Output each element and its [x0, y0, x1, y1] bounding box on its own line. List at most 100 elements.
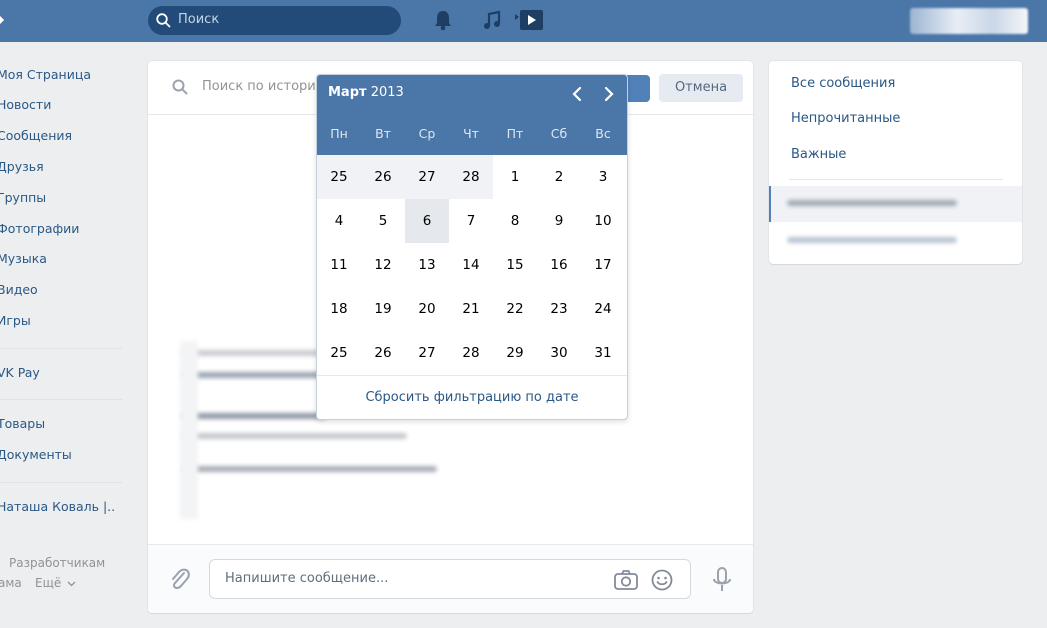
calendar-day[interactable]: 14 — [449, 243, 493, 287]
weekday-label: Вс — [595, 126, 611, 141]
calendar-day[interactable]: 15 — [493, 243, 537, 287]
calendar-day[interactable]: 2 — [537, 155, 581, 199]
footer-ads-link[interactable]: ама — [0, 576, 22, 590]
calendar-day[interactable]: 17 — [581, 243, 625, 287]
blurred-line — [182, 413, 327, 419]
calendar-day[interactable]: 11 — [317, 243, 361, 287]
reset-date-filter-link[interactable]: Сбросить фильтрацию по дате — [317, 375, 627, 419]
calendar-header: Март 2013 Пн Вт Ср Чт Пт Сб Вс — [317, 75, 627, 155]
calendar-day[interactable]: 19 — [361, 287, 405, 331]
calendar-year: 2013 — [370, 85, 404, 100]
calendar-day[interactable]: 12 — [361, 243, 405, 287]
calendar-month-title[interactable]: Март 2013 — [328, 85, 404, 100]
chevron-left-icon[interactable] — [569, 85, 585, 103]
calendar-day[interactable]: 29 — [493, 331, 537, 375]
calendar-day[interactable]: 8 — [493, 199, 537, 243]
weekday-label: Пт — [506, 126, 524, 141]
calendar-day[interactable]: 31 — [581, 331, 625, 375]
message-filter-panel: Все сообщения Непрочитанные Важные — [769, 61, 1022, 264]
calendar-day[interactable]: 16 — [537, 243, 581, 287]
video-icon[interactable] — [515, 9, 545, 31]
global-search-input[interactable]: Поиск — [148, 6, 401, 35]
calendar-day[interactable]: 13 — [405, 243, 449, 287]
blurred-line — [182, 350, 322, 356]
calendar-day[interactable]: 26 — [361, 331, 405, 375]
calendar-day[interactable]: 10 — [581, 199, 625, 243]
calendar-day[interactable]: 9 — [537, 199, 581, 243]
filter-important[interactable]: Важные — [791, 147, 846, 162]
blurred-conversation-item[interactable] — [769, 222, 1022, 258]
calendar-day[interactable]: 25 — [317, 331, 361, 375]
calendar-day-selected[interactable]: 6 — [405, 199, 449, 243]
nav-divider — [0, 399, 122, 400]
calendar-day[interactable]: 20 — [405, 287, 449, 331]
calendar-day[interactable]: 28 — [449, 331, 493, 375]
nav-item-vk-pay[interactable]: VK Pay — [0, 365, 40, 380]
blurred-line — [182, 466, 437, 472]
footer-more-label: Ещё — [35, 576, 62, 590]
message-input-placeholder: Напишите сообщение... — [225, 571, 389, 586]
emoji-icon[interactable] — [650, 568, 674, 592]
bell-icon[interactable] — [433, 9, 453, 31]
calendar-day-prev-month[interactable]: 27 — [405, 155, 449, 199]
nav-item-my-page[interactable]: Моя Страница — [0, 67, 91, 82]
nav-item-groups[interactable]: Группы — [0, 190, 46, 205]
blurred-line — [787, 200, 957, 206]
calendar-day[interactable]: 30 — [537, 331, 581, 375]
music-icon[interactable] — [482, 9, 502, 31]
nav-item-photos[interactable]: Фотографии — [0, 221, 79, 236]
calendar-day[interactable]: 23 — [537, 287, 581, 331]
blurred-avatar-column — [180, 341, 198, 519]
camera-icon[interactable] — [613, 569, 639, 591]
date-filter-calendar: Март 2013 Пн Вт Ср Чт Пт Сб Вс 25 26 27 … — [316, 74, 628, 420]
weekday-label: Ср — [418, 126, 436, 141]
nav-item-community[interactable]: Наташа Коваль |.. — [0, 499, 115, 514]
nav-item-documents[interactable]: Документы — [0, 447, 72, 462]
vk-logo-icon[interactable] — [0, 10, 4, 30]
user-menu-blurred[interactable] — [910, 8, 1028, 34]
blurred-line — [787, 237, 957, 243]
weekday-label: Вт — [375, 126, 391, 141]
search-icon — [172, 79, 188, 95]
calendar-day-prev-month[interactable]: 25 — [317, 155, 361, 199]
calendar-day[interactable]: 22 — [493, 287, 537, 331]
paperclip-icon[interactable] — [168, 566, 190, 592]
nav-item-games[interactable]: Игры — [0, 313, 31, 328]
calendar-day-prev-month[interactable]: 28 — [449, 155, 493, 199]
filter-unread[interactable]: Непрочитанные — [791, 111, 900, 126]
nav-item-friends[interactable]: Друзья — [0, 159, 44, 174]
filter-all-messages[interactable]: Все сообщения — [791, 76, 895, 91]
calendar-day[interactable]: 18 — [317, 287, 361, 331]
calendar-day[interactable]: 27 — [405, 331, 449, 375]
nav-divider — [0, 482, 122, 483]
nav-item-music[interactable]: Музыка — [0, 251, 47, 266]
nav-item-news[interactable]: Новости — [0, 97, 51, 112]
calendar-day[interactable]: 3 — [581, 155, 625, 199]
calendar-day[interactable]: 24 — [581, 287, 625, 331]
calendar-day-prev-month[interactable]: 26 — [361, 155, 405, 199]
footer-developers-link[interactable]: Разработчикам — [9, 556, 105, 570]
weekday-label: Сб — [550, 126, 568, 141]
filter-divider — [789, 179, 1003, 180]
history-search-input[interactable]: Поиск по истори — [202, 79, 316, 94]
message-composer: Напишите сообщение... — [148, 544, 753, 613]
microphone-icon[interactable] — [712, 567, 732, 593]
calendar-month: Март — [328, 85, 367, 100]
nav-item-goods[interactable]: Товары — [0, 416, 45, 431]
search-icon — [156, 13, 171, 28]
calendar-day[interactable]: 1 — [493, 155, 537, 199]
blurred-conversation-item-active[interactable] — [769, 186, 1022, 222]
nav-item-messages[interactable]: Сообщения — [0, 128, 72, 143]
calendar-day[interactable]: 7 — [449, 199, 493, 243]
calendar-day[interactable]: 5 — [361, 199, 405, 243]
chevron-right-icon[interactable] — [601, 85, 617, 103]
nav-item-video[interactable]: Видео — [0, 282, 38, 297]
message-input[interactable]: Напишите сообщение... — [209, 559, 691, 599]
calendar-day[interactable]: 21 — [449, 287, 493, 331]
nav-divider — [0, 348, 122, 349]
weekday-label: Пн — [330, 126, 348, 141]
chevron-down-icon — [67, 581, 76, 587]
cancel-button[interactable]: Отмена — [659, 74, 743, 102]
calendar-day[interactable]: 4 — [317, 199, 361, 243]
footer-more-link[interactable]: Ещё — [35, 576, 76, 590]
